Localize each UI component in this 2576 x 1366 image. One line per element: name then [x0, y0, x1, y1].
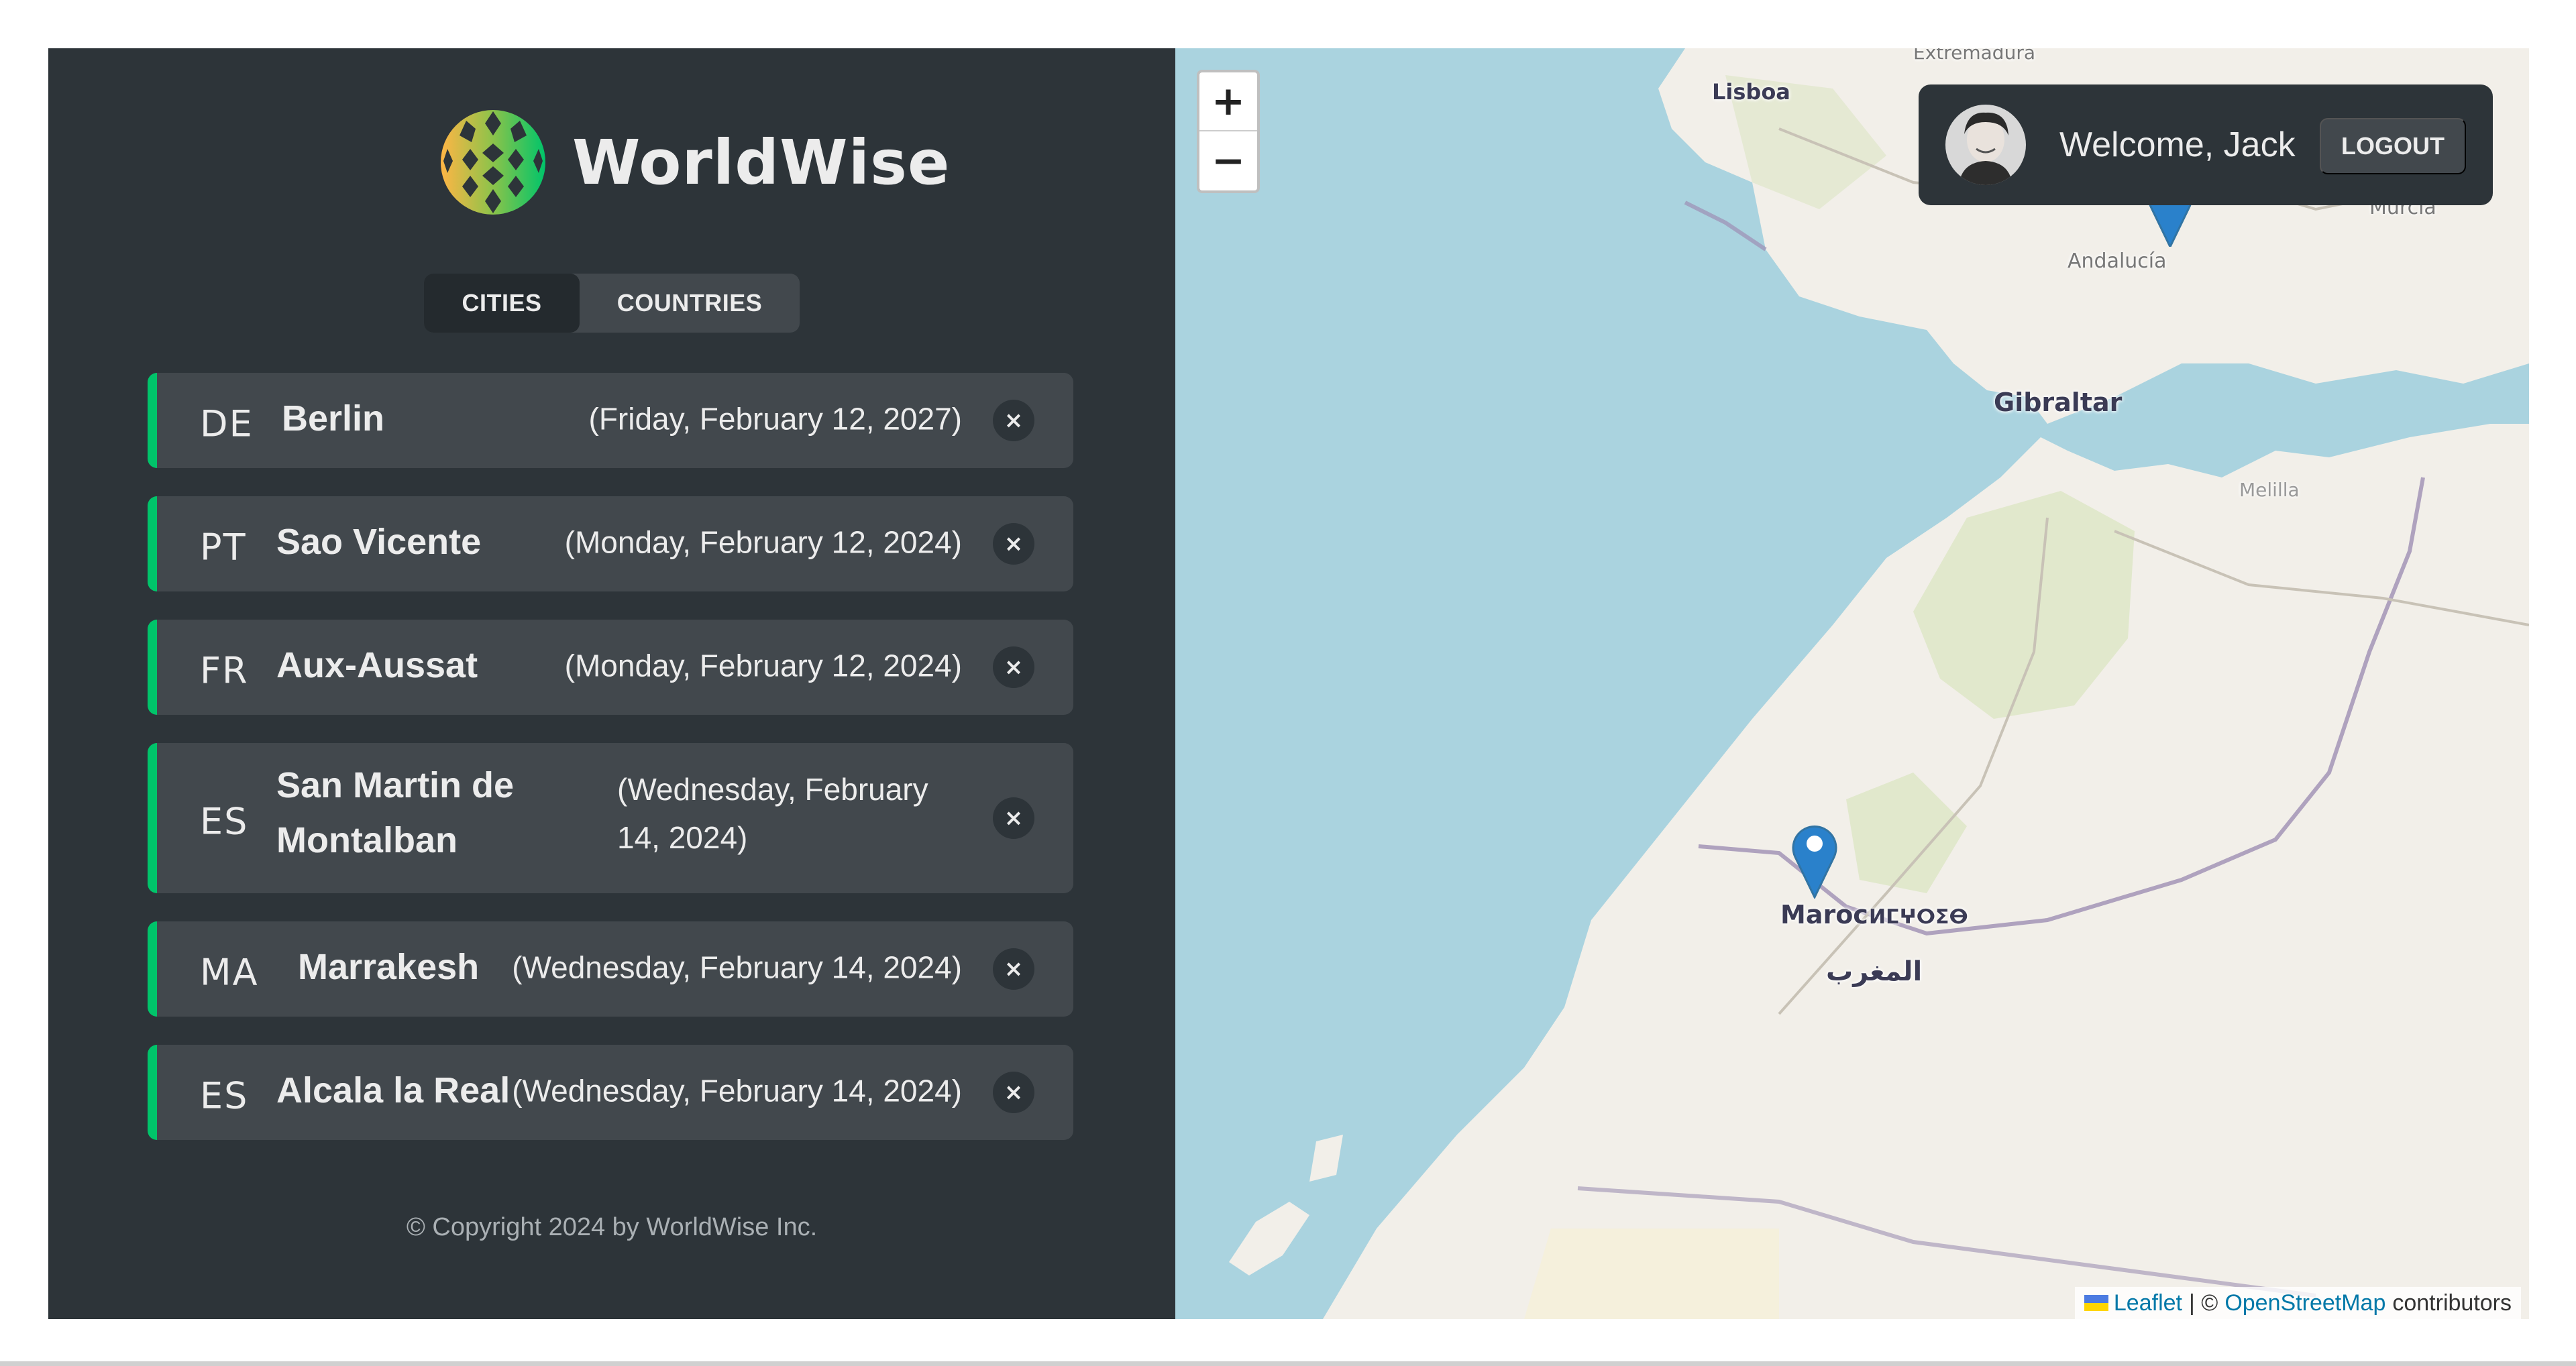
footer-copyright: © Copyright 2024 by WorldWise Inc. — [406, 1213, 818, 1241]
map-label-extremadura: Extremadura — [1913, 48, 2035, 64]
city-name: Sao Vicente — [276, 521, 482, 562]
welcome-text: Welcome, Jack — [2059, 125, 2296, 164]
city-name: San Martin de Montalban — [276, 764, 515, 860]
tab-cities[interactable]: CITIES — [424, 274, 580, 333]
delete-city-button[interactable]: × — [993, 646, 1034, 688]
map[interactable]: Lisboa Extremadura Andalucía Murcia Gibr… — [1175, 48, 2529, 1319]
attribution-contributors: contributors — [2392, 1290, 2512, 1316]
city-name: Alcala la Real — [276, 1070, 511, 1111]
map-label-maroc-tifinagh: ⵍⵎⵖⵔⵉⴱ — [1869, 905, 1968, 929]
visit-date: (Wednesday, February 14, 2024) — [512, 1073, 962, 1108]
visit-date: (Wednesday, February 14, 2024) — [617, 771, 928, 855]
zoom-control: + − — [1197, 70, 1260, 193]
ukraine-flag-icon — [2084, 1295, 2108, 1311]
app-layout: WorldWise CITIES COUNTRIES DE Berlin (Fr… — [48, 48, 2529, 1319]
window-bottom-edge — [0, 1361, 2576, 1366]
delete-city-button[interactable]: × — [993, 1072, 1034, 1113]
map-attribution: Leaflet | © OpenStreetMap contributors — [2074, 1287, 2521, 1319]
city-name: Aux-Aussat — [276, 644, 478, 685]
country-code: ES — [200, 800, 249, 843]
city-name: Marrakesh — [298, 946, 480, 987]
visit-date: (Monday, February 12, 2024) — [564, 648, 962, 683]
view-tabs: CITIES COUNTRIES — [424, 274, 800, 333]
user-avatar-icon — [1945, 105, 2026, 185]
avatar — [1945, 105, 2026, 185]
attribution-separator: | © — [2188, 1290, 2218, 1316]
map-tiles[interactable] — [1175, 48, 2529, 1319]
openstreetmap-link[interactable]: OpenStreetMap — [2224, 1290, 2385, 1316]
map-label-melilla: Melilla — [2239, 479, 2300, 501]
map-label-gibraltar: Gibraltar — [1994, 388, 2123, 417]
logo[interactable]: WorldWise — [439, 109, 950, 216]
city-item[interactable]: MA Marrakesh (Wednesday, February 14, 20… — [148, 921, 1073, 1017]
city-list: DE Berlin (Friday, February 12, 2027) × … — [148, 373, 1073, 1168]
country-code: MA — [200, 951, 259, 994]
app-name: WorldWise — [572, 126, 951, 198]
city-item[interactable]: DE Berlin (Friday, February 12, 2027) × — [148, 373, 1073, 468]
zoom-out-button[interactable]: − — [1199, 131, 1257, 190]
leaflet-link[interactable]: Leaflet — [2114, 1290, 2182, 1316]
delete-city-button[interactable]: × — [993, 797, 1034, 839]
country-code: DE — [200, 402, 254, 445]
city-item[interactable]: ES Alcala la Real (Wednesday, February 1… — [148, 1045, 1073, 1140]
delete-city-button[interactable]: × — [993, 523, 1034, 565]
map-label-maroc: Maroc — [1780, 900, 1868, 929]
country-code: FR — [200, 649, 249, 692]
visit-date: (Friday, February 12, 2027) — [588, 401, 963, 437]
delete-city-button[interactable]: × — [993, 400, 1034, 441]
city-name: Berlin — [282, 398, 385, 439]
logout-button[interactable]: LOGOUT — [2320, 118, 2466, 174]
globe-logo-icon — [441, 110, 545, 215]
country-code: PT — [200, 526, 247, 569]
map-label-andalucia: Andalucía — [2068, 249, 2167, 273]
country-code: ES — [200, 1074, 249, 1117]
user-panel: Welcome, Jack LOGOUT — [1919, 84, 2493, 205]
map-label-lisboa: Lisboa — [1712, 79, 1790, 105]
delete-city-button[interactable]: × — [993, 948, 1034, 990]
city-item[interactable]: FR Aux-Aussat (Monday, February 12, 2024… — [148, 620, 1073, 715]
city-item[interactable]: ES San Martin de Montalban (Wednesday, F… — [148, 743, 1073, 893]
map-label-maroc-arabic: المغرب — [1826, 956, 1923, 987]
tab-countries[interactable]: COUNTRIES — [580, 274, 800, 333]
sidebar: WorldWise CITIES COUNTRIES DE Berlin (Fr… — [48, 48, 1175, 1319]
visit-date: (Monday, February 12, 2024) — [564, 524, 962, 560]
city-marker[interactable] — [1788, 818, 1841, 899]
zoom-in-button[interactable]: + — [1199, 72, 1257, 131]
city-item[interactable]: PT Sao Vicente (Monday, February 12, 202… — [148, 496, 1073, 591]
visit-date: (Wednesday, February 14, 2024) — [512, 950, 962, 985]
